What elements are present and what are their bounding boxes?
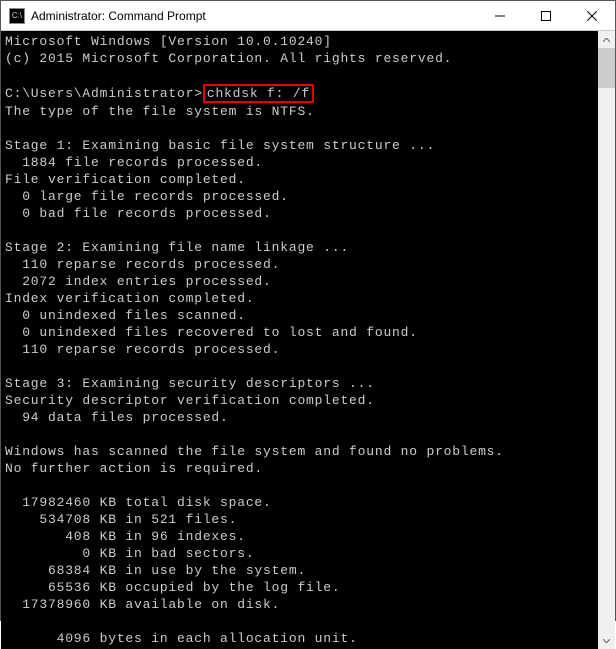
output-line: 0 unindexed files scanned. xyxy=(5,308,246,323)
output-line: Stage 1: Examining basic file system str… xyxy=(5,138,435,153)
close-button[interactable] xyxy=(569,1,615,31)
maximize-icon xyxy=(541,11,551,21)
output-line: 110 reparse records processed. xyxy=(5,342,280,357)
output-line: Stage 2: Examining file name linkage ... xyxy=(5,240,349,255)
scroll-down-button[interactable] xyxy=(598,632,615,649)
client-area: Microsoft Windows [Version 10.0.10240] (… xyxy=(1,31,615,649)
output-line: 94 data files processed. xyxy=(5,410,229,425)
output-line: 534708 KB in 521 files. xyxy=(5,512,237,527)
close-icon xyxy=(587,11,597,21)
output-line: No further action is required. xyxy=(5,461,263,476)
cmd-icon-label: C:\ xyxy=(12,11,22,20)
output-line: 65536 KB occupied by the log file. xyxy=(5,580,340,595)
output-line: 1884 file records processed. xyxy=(5,155,263,170)
minimize-icon xyxy=(495,11,505,21)
output-line: File verification completed. xyxy=(5,172,246,187)
chevron-up-icon xyxy=(603,38,610,42)
output-line: 17982460 KB total disk space. xyxy=(5,495,272,510)
prompt-path: C:\Users\Administrator> xyxy=(5,86,203,101)
output-line: 0 KB in bad sectors. xyxy=(5,546,254,561)
output-line: 110 reparse records processed. xyxy=(5,257,280,272)
output-line: The type of the file system is NTFS. xyxy=(5,104,315,119)
scroll-thumb[interactable] xyxy=(598,48,615,88)
window-title: Administrator: Command Prompt xyxy=(31,9,206,23)
command-highlight: chkdsk f: /f xyxy=(203,84,314,103)
output-line: (c) 2015 Microsoft Corporation. All righ… xyxy=(5,51,452,66)
cmd-icon: C:\ xyxy=(9,8,25,24)
minimize-button[interactable] xyxy=(477,1,523,31)
scroll-up-button[interactable] xyxy=(598,31,615,48)
output-line: Index verification completed. xyxy=(5,291,254,306)
output-line: 4096 bytes in each allocation unit. xyxy=(5,631,358,646)
output-line: 0 large file records processed. xyxy=(5,189,289,204)
titlebar[interactable]: C:\ Administrator: Command Prompt xyxy=(1,1,615,31)
vertical-scrollbar[interactable] xyxy=(598,31,615,649)
chevron-down-icon xyxy=(603,639,610,643)
terminal-output[interactable]: Microsoft Windows [Version 10.0.10240] (… xyxy=(1,31,598,649)
command-prompt-window: C:\ Administrator: Command Prompt Micros… xyxy=(0,0,616,621)
output-line: Windows has scanned the file system and … xyxy=(5,444,504,459)
output-line: 408 KB in 96 indexes. xyxy=(5,529,246,544)
output-line: Stage 3: Examining security descriptors … xyxy=(5,376,375,391)
output-line: Microsoft Windows [Version 10.0.10240] xyxy=(5,34,332,49)
output-line: 68384 KB in use by the system. xyxy=(5,563,306,578)
output-line: 0 bad file records processed. xyxy=(5,206,272,221)
output-line: 17378960 KB available on disk. xyxy=(5,597,280,612)
output-line: Security descriptor verification complet… xyxy=(5,393,375,408)
output-line: 2072 index entries processed. xyxy=(5,274,272,289)
output-line: 0 unindexed files recovered to lost and … xyxy=(5,325,418,340)
command-text: chkdsk f: /f xyxy=(207,86,310,101)
maximize-button[interactable] xyxy=(523,1,569,31)
